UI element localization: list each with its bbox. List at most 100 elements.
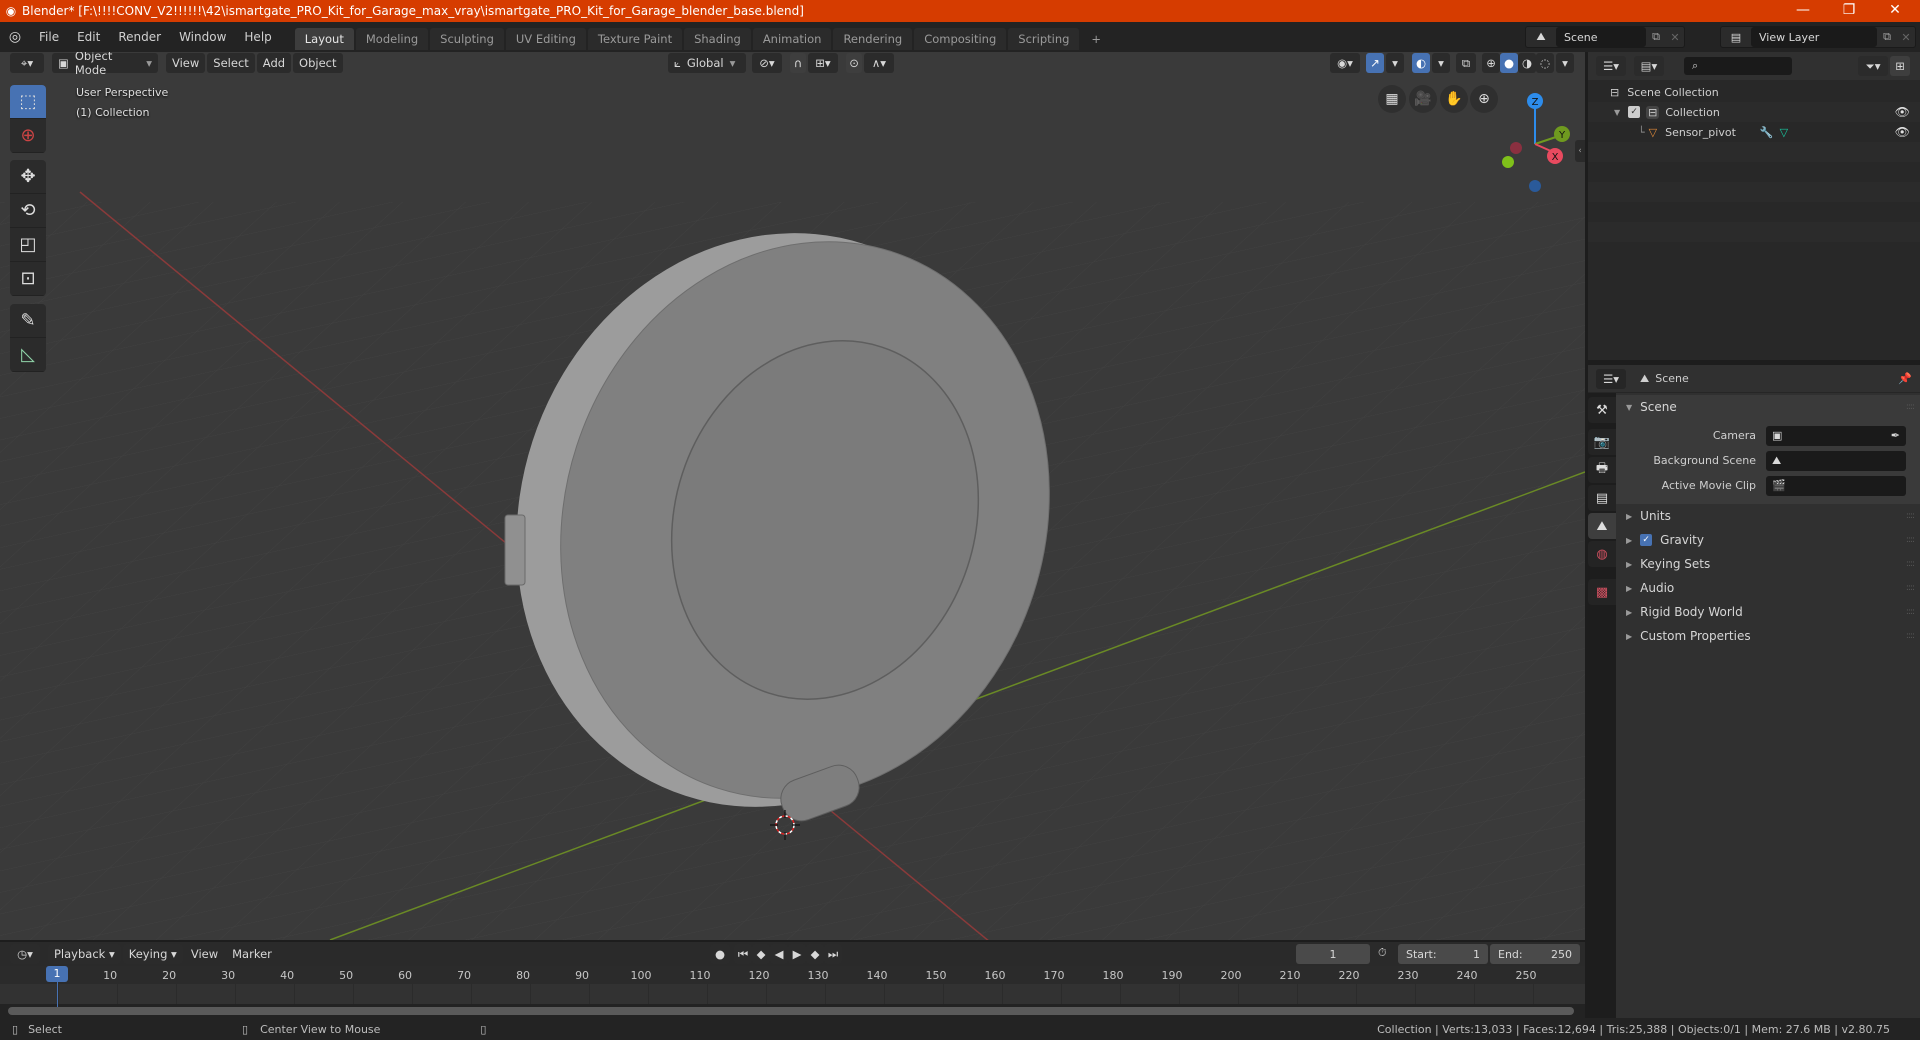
menu-object[interactable]: Object (293, 53, 343, 73)
keying-menu[interactable]: Keying ▾ (122, 944, 183, 964)
texture-tab-icon[interactable]: ▩ (1588, 579, 1616, 605)
navigation-gizmo[interactable]: Z Y X (1495, 82, 1575, 192)
rendered-shading-icon[interactable]: ◌ (1536, 53, 1554, 73)
next-keyframe-icon[interactable]: ◆ (806, 944, 824, 964)
tab-animation[interactable]: Animation (752, 28, 832, 50)
outliner-row-scene-collection[interactable]: ⊟ Scene Collection (1588, 82, 1920, 102)
drag-grip-icon[interactable]: :::: (1906, 583, 1915, 593)
new-scene-icon[interactable]: ⧉ (1646, 30, 1666, 44)
playback-menu[interactable]: Playback ▾ (48, 944, 121, 964)
timeline-editor-type-icon[interactable]: ◷▾ (10, 944, 40, 964)
scene-selector[interactable]: ⛰ Scene ⧉ ✕ (1525, 26, 1685, 48)
pan-view-icon[interactable]: ✋ (1440, 85, 1468, 113)
outliner-search-input[interactable]: ⌕ (1684, 57, 1792, 75)
visibility-eye-icon[interactable]: 👁 (1895, 125, 1910, 139)
menu-view[interactable]: View (166, 53, 206, 73)
drag-grip-icon[interactable]: :::: (1906, 511, 1915, 521)
record-keyframes-icon[interactable]: ● (710, 944, 730, 964)
background-scene-field[interactable]: ⛰ (1766, 450, 1906, 471)
drag-grip-icon[interactable]: :::: (1906, 631, 1915, 641)
tab-sculpting[interactable]: Sculpting (430, 28, 504, 50)
outliner-view-layer-icon[interactable]: ▤▾ (1634, 56, 1664, 76)
play-reverse-icon[interactable]: ◀ (770, 944, 788, 964)
select-box-tool[interactable]: ⬚ (10, 85, 46, 119)
tab-shading[interactable]: Shading (684, 28, 751, 50)
modifier-wrench-icon[interactable]: 🔧 (1760, 126, 1774, 139)
3d-viewport[interactable]: ⌖▾ ▣ Object Mode ▾ View Select Add Object… (0, 52, 1585, 940)
wireframe-shading-icon[interactable]: ⊕ (1482, 53, 1500, 73)
pivot-point-icon[interactable]: ⊘▾ (752, 53, 782, 73)
drag-grip-icon[interactable]: :::: (1906, 535, 1915, 545)
shading-dropdown-icon[interactable]: ▾ (1556, 53, 1574, 73)
tab-compositing[interactable]: Compositing (914, 28, 1007, 50)
tab-layout[interactable]: Layout (294, 28, 354, 50)
annotate-tool[interactable]: ✎ (10, 304, 46, 338)
overlays-dropdown-icon[interactable]: ▾ (1432, 53, 1450, 73)
delete-scene-icon[interactable]: ✕ (1666, 31, 1684, 44)
menu-select[interactable]: Select (207, 53, 255, 73)
visibility-eye-icon[interactable]: 👁 (1895, 105, 1910, 119)
delete-view-layer-icon[interactable]: ✕ (1897, 31, 1915, 44)
solid-shading-icon[interactable]: ● (1500, 53, 1518, 73)
new-view-layer-icon[interactable]: ⧉ (1877, 30, 1897, 44)
overlays-toggle-icon[interactable]: ◐ (1412, 53, 1430, 73)
tab-uv-editing[interactable]: UV Editing (505, 28, 586, 50)
transform-tool[interactable]: ⊡ (10, 262, 46, 296)
start-frame-field[interactable]: Start: 1 (1398, 944, 1488, 964)
gizmo-dropdown-icon[interactable]: ▾ (1386, 53, 1404, 73)
snap-toggle-icon[interactable]: ∩ (790, 53, 806, 73)
keying-sets-panel-header[interactable]: ▶ Keying Sets :::: (1616, 552, 1920, 576)
keyframe-area[interactable] (0, 984, 1585, 1004)
eyedropper-icon[interactable]: ✒ (1891, 429, 1900, 442)
drag-grip-icon[interactable]: :::: (1906, 402, 1915, 412)
visibility-selectability-icon[interactable]: ◉▾ (1330, 53, 1360, 73)
pin-icon[interactable]: 📌 (1898, 372, 1912, 385)
minimize-button[interactable]: — (1780, 0, 1826, 22)
menu-add[interactable]: Add (256, 53, 292, 73)
outliner-display-mode-icon[interactable]: ☰▾ (1596, 56, 1626, 76)
current-frame-field[interactable]: 1 (1296, 944, 1370, 964)
view-layer-selector[interactable]: ▤ View Layer ⧉ ✕ (1720, 26, 1916, 48)
add-workspace-button[interactable]: + (1081, 28, 1111, 50)
editor-type-icon[interactable]: ⌖▾ (10, 53, 44, 73)
menu-edit[interactable]: Edit (68, 30, 109, 44)
end-frame-field[interactable]: End: 250 (1490, 944, 1580, 964)
falloff-icon[interactable]: ∧▾ (864, 53, 894, 73)
tool-tab-icon[interactable]: ⚒ (1588, 397, 1616, 423)
menu-file[interactable]: File (30, 30, 68, 44)
gizmo-toggle-icon[interactable]: ↗ (1366, 53, 1384, 73)
maximize-button[interactable]: ❐ (1826, 0, 1872, 22)
material-shading-icon[interactable]: ◑ (1518, 53, 1536, 73)
tab-rendering[interactable]: Rendering (833, 28, 913, 50)
blender-menu-icon[interactable]: ◎ (0, 29, 30, 45)
units-panel-header[interactable]: ▶ Units :::: (1616, 504, 1920, 528)
xray-toggle-icon[interactable]: ⧉ (1456, 53, 1476, 73)
tab-texture-paint[interactable]: Texture Paint (587, 28, 683, 50)
camera-view-icon[interactable]: 🎥 (1409, 85, 1437, 113)
view-layer-tab-icon[interactable]: ▤ (1588, 485, 1616, 511)
new-collection-icon[interactable]: ⊞ (1890, 56, 1910, 76)
play-icon[interactable]: ▶ (788, 944, 806, 964)
tab-modeling[interactable]: Modeling (355, 28, 429, 50)
camera-field[interactable]: ▣ ✒ (1766, 425, 1906, 446)
marker-menu[interactable]: Marker (226, 944, 278, 964)
gravity-panel-header[interactable]: ▶ ✓ Gravity :::: (1616, 528, 1920, 552)
render-tab-icon[interactable]: 📷 (1588, 429, 1616, 455)
jump-start-icon[interactable]: ⏮ (734, 944, 752, 964)
world-tab-icon[interactable]: ◍ (1588, 541, 1616, 567)
output-tab-icon[interactable]: 🖶 (1588, 457, 1616, 483)
view-layer-name-field[interactable]: View Layer (1751, 27, 1877, 47)
gravity-checkbox[interactable]: ✓ (1640, 534, 1653, 546)
outliner-filter-icon[interactable]: ⏷▾ (1858, 56, 1888, 76)
prev-keyframe-icon[interactable]: ◆ (752, 944, 770, 964)
menu-render[interactable]: Render (109, 30, 170, 44)
rigid-body-world-panel-header[interactable]: ▶ Rigid Body World :::: (1616, 600, 1920, 624)
scene-tab-icon[interactable]: ⛰ (1588, 513, 1616, 539)
custom-properties-panel-header[interactable]: ▶ Custom Properties :::: (1616, 624, 1920, 648)
scene-panel-header[interactable]: ▼ Scene :::: (1616, 395, 1920, 419)
toggle-grid-view-icon[interactable]: ▦ (1378, 85, 1406, 113)
proportional-edit-icon[interactable]: ⊙ (846, 53, 862, 73)
menu-window[interactable]: Window (170, 30, 235, 44)
drag-grip-icon[interactable]: :::: (1906, 607, 1915, 617)
measure-tool[interactable]: ◺ (10, 338, 46, 372)
